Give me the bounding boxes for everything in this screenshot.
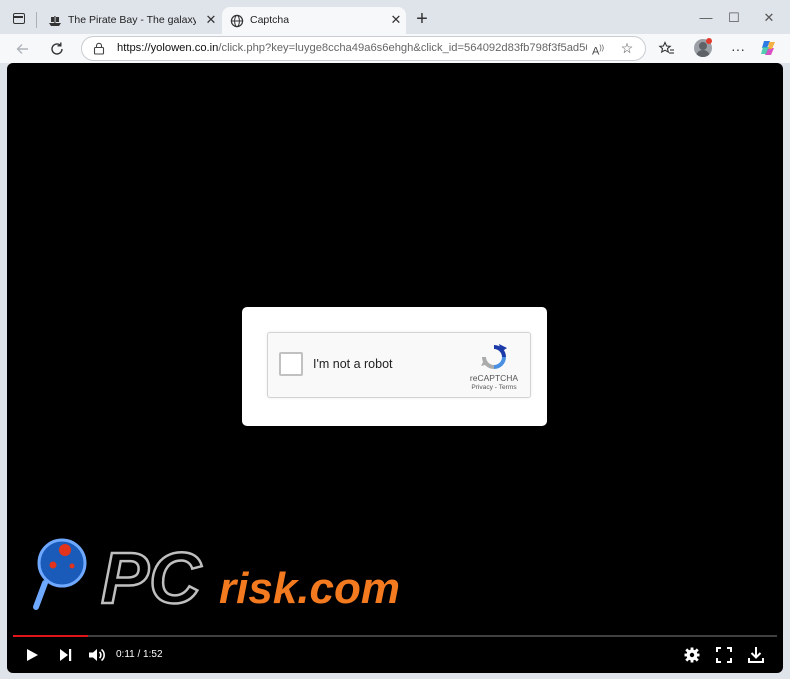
- play-icon: [27, 649, 38, 661]
- tab-title: Captcha: [250, 14, 290, 26]
- not-a-robot-checkbox[interactable]: [279, 352, 303, 376]
- pcrisk-watermark: PC risk.com: [33, 538, 400, 621]
- svg-text:PC: PC: [101, 539, 202, 619]
- site-info-lock-icon[interactable]: [93, 42, 105, 55]
- terms-link[interactable]: Terms: [499, 384, 517, 391]
- recaptcha-widget: I'm not a robot reCAPTCHA Privacy - Term…: [267, 332, 531, 398]
- magnifier-logo-icon: [33, 538, 87, 610]
- recaptcha-brand: reCAPTCHA: [469, 373, 519, 383]
- pcrisk-wordmark: PC: [100, 538, 204, 621]
- globe-icon: [230, 14, 244, 28]
- settings-more-button[interactable]: ···: [728, 39, 748, 59]
- privacy-link[interactable]: Privacy: [471, 384, 493, 391]
- address-bar[interactable]: https://yolowen.co.in/click.php?key=luyg…: [81, 36, 646, 61]
- tab-strip: The Pirate Bay - The galaxy's most ✕ Cap…: [0, 0, 790, 36]
- copilot-icon[interactable]: [760, 39, 778, 57]
- watermark-text: risk.com: [219, 564, 400, 613]
- video-time: 0:11 / 1:52: [116, 649, 163, 660]
- close-window-button[interactable]: ✕: [759, 9, 779, 27]
- checkbox-label: I'm not a robot: [313, 357, 393, 371]
- video-progress-fill: [13, 635, 88, 637]
- favorite-star-icon[interactable]: ☆: [619, 40, 635, 56]
- back-arrow-icon: [16, 44, 28, 54]
- tab-captcha[interactable]: Captcha ✕: [222, 7, 406, 36]
- video-progress-bar[interactable]: [13, 635, 777, 637]
- pirate-ship-icon: [49, 16, 61, 26]
- tab-pirate-bay[interactable]: The Pirate Bay - The galaxy's most ✕: [40, 7, 222, 36]
- tab-actions-menu-button[interactable]: [10, 10, 30, 28]
- more-dots-icon: ···: [731, 41, 745, 57]
- navigation-toolbar: https://yolowen.co.in/click.php?key=luyg…: [0, 34, 790, 63]
- new-tab-button[interactable]: +: [412, 9, 432, 29]
- refresh-button[interactable]: [47, 39, 67, 59]
- refresh-icon: [51, 42, 63, 55]
- tab-actions-icon: [13, 13, 25, 24]
- close-tab-icon[interactable]: ✕: [204, 13, 218, 27]
- play-button[interactable]: [24, 643, 42, 667]
- download-icon: [748, 647, 764, 663]
- notification-dot: [706, 38, 712, 44]
- next-button[interactable]: [57, 643, 75, 667]
- back-button[interactable]: [13, 39, 33, 59]
- volume-icon: [89, 648, 105, 662]
- fullscreen-icon: [716, 647, 732, 663]
- url-path: /click.php?key=luyge8ccha49a6s6ehgh&clic…: [218, 42, 587, 54]
- close-tab-icon[interactable]: ✕: [389, 13, 403, 27]
- url-text[interactable]: https://yolowen.co.in/click.php?key=luyg…: [117, 42, 587, 54]
- mute-button[interactable]: [87, 643, 107, 667]
- download-button[interactable]: [747, 643, 765, 667]
- url-host: https://yolowen.co.in: [117, 42, 219, 54]
- settings-button[interactable]: [683, 643, 701, 667]
- avatar-body: [696, 50, 710, 57]
- favorites-button[interactable]: [657, 39, 677, 59]
- maximize-button[interactable]: ☐: [724, 9, 744, 27]
- favorites-list-icon: [658, 41, 674, 54]
- recaptcha-logo-icon: [481, 344, 507, 369]
- captcha-card: I'm not a robot reCAPTCHA Privacy - Term…: [242, 307, 547, 426]
- gear-icon: [684, 647, 700, 663]
- fullscreen-button[interactable]: [715, 643, 733, 667]
- tab-separator: [36, 12, 37, 28]
- minimize-button[interactable]: —: [696, 9, 716, 27]
- read-aloud-icon[interactable]: A)): [590, 41, 606, 58]
- avatar-head: [699, 42, 707, 50]
- recaptcha-links: Privacy - Terms: [458, 384, 530, 391]
- page-viewport: I'm not a robot reCAPTCHA Privacy - Term…: [7, 63, 783, 673]
- tab-title: The Pirate Bay - The galaxy's most: [68, 14, 196, 26]
- skip-next-icon: [60, 649, 72, 661]
